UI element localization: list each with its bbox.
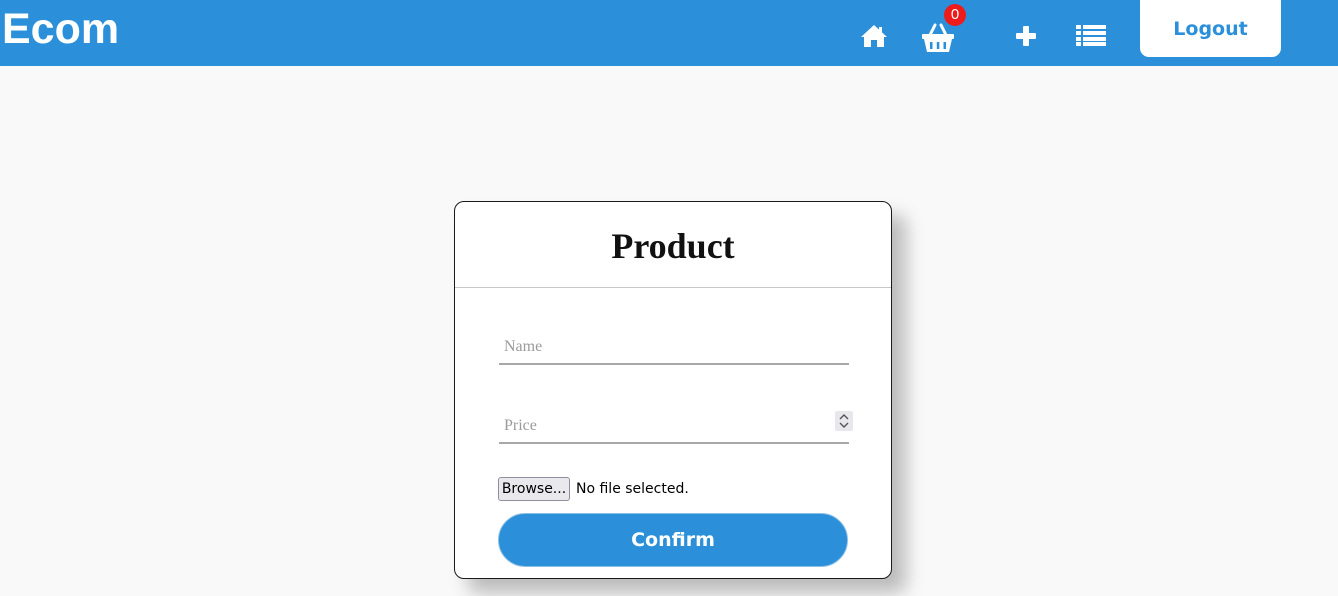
- brand-logo[interactable]: Ecom: [2, 4, 119, 54]
- form-title: Product: [611, 226, 735, 266]
- logout-button[interactable]: Logout: [1140, 0, 1281, 57]
- confirm-button[interactable]: Confirm: [498, 513, 848, 567]
- name-input[interactable]: [499, 331, 849, 365]
- cart-count-badge: 0: [944, 4, 966, 26]
- product-form-card: Product Browse... No file selected. Conf…: [454, 201, 892, 579]
- browse-file-button[interactable]: Browse...: [498, 477, 570, 501]
- price-input[interactable]: [499, 410, 849, 444]
- home-icon[interactable]: [860, 24, 888, 48]
- file-status-text: No file selected.: [576, 481, 689, 497]
- price-stepper[interactable]: [835, 411, 853, 431]
- plus-icon[interactable]: [1015, 25, 1037, 47]
- top-navbar: Ecom 0 Logout: [0, 0, 1338, 66]
- title-divider: [455, 287, 891, 288]
- list-icon[interactable]: [1076, 24, 1106, 46]
- basket-icon[interactable]: [921, 22, 955, 54]
